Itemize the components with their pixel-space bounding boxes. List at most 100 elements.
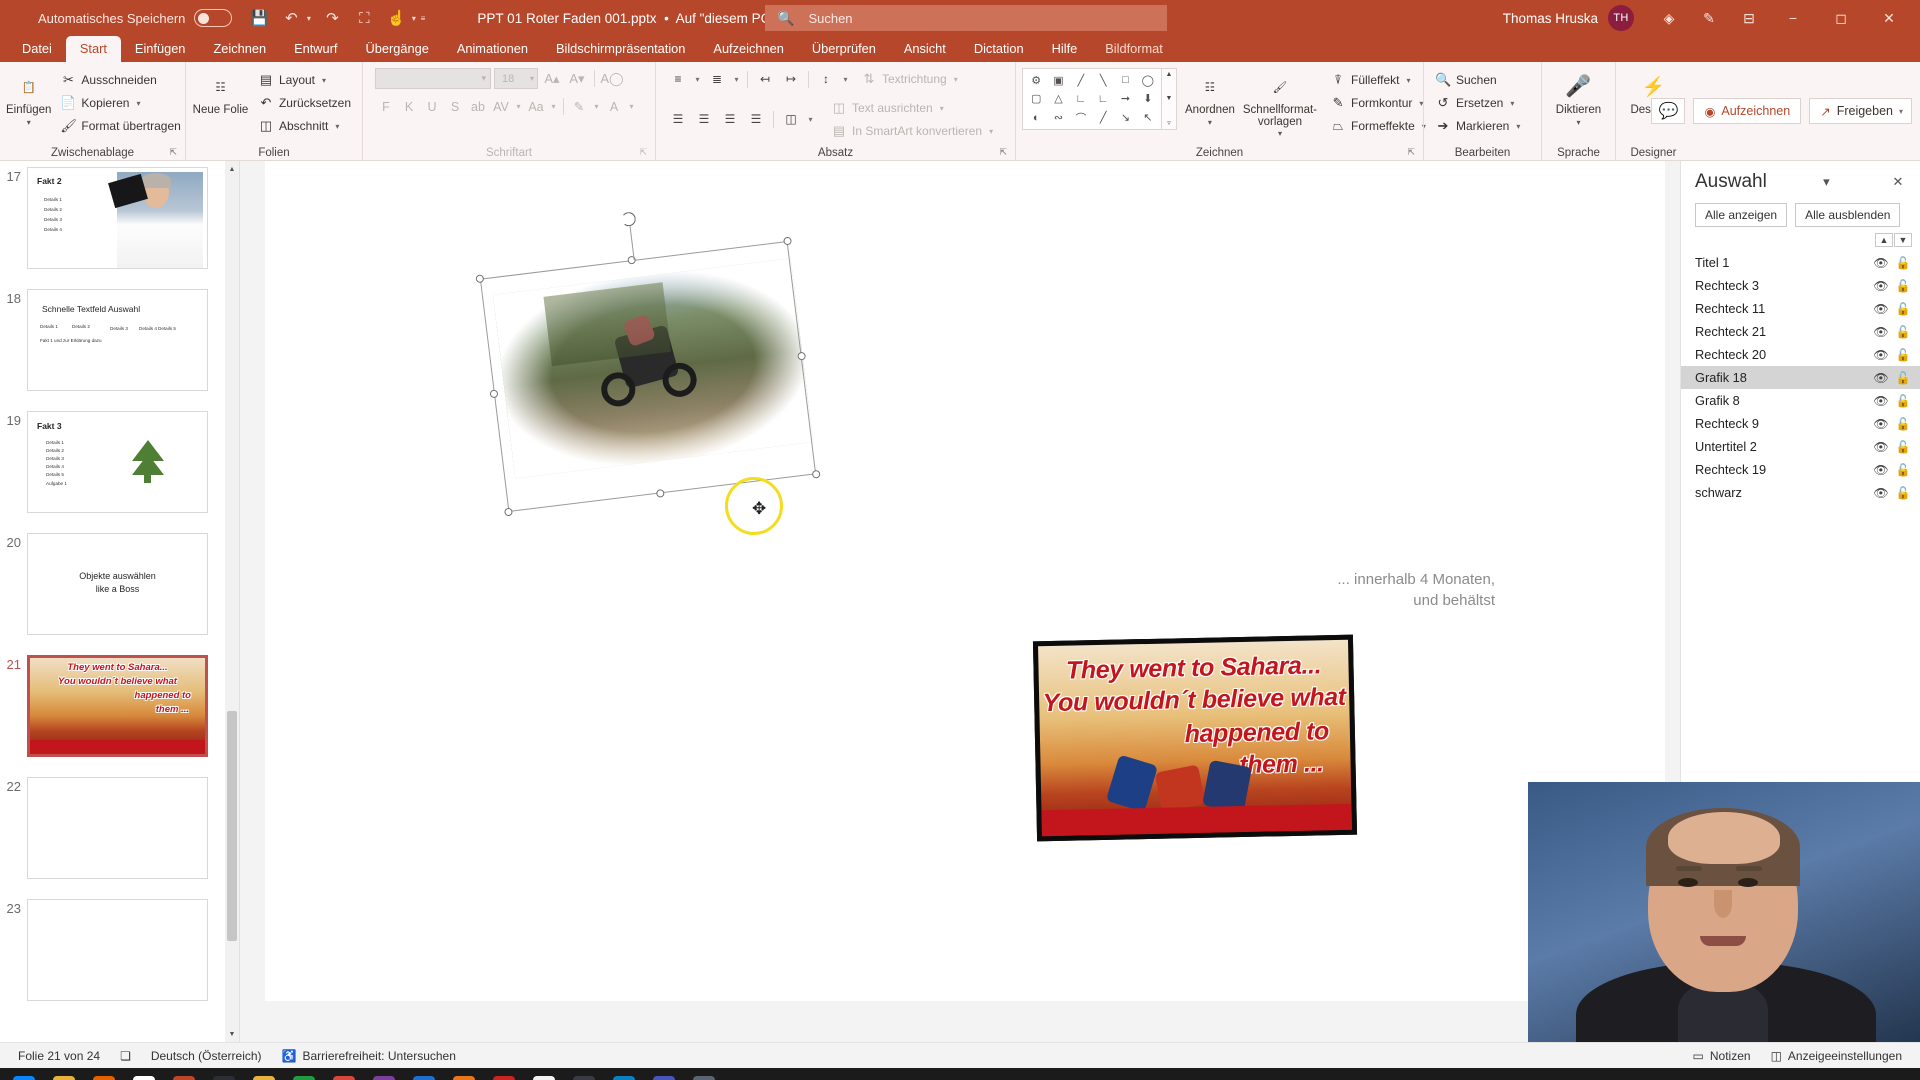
align-center-icon[interactable]: ☰	[692, 109, 716, 130]
shapes-gallery[interactable]: ⚙ ▣ ╱ ╲ □ ◯ ▢ △ ∟ ∟ ➞ ⬇ ◐ ∾ ⌒ ╱ ↘ ↖	[1022, 68, 1162, 130]
bold-button[interactable]: F	[375, 96, 397, 117]
thumbnail-slide-20[interactable]: Objekte auswählen like a Boss	[27, 533, 208, 635]
firefox-icon[interactable]: ◉	[84, 1068, 124, 1080]
line-spacing-icon[interactable]: ↕	[814, 69, 838, 90]
visibility-eye-icon[interactable]: 👁	[1870, 440, 1892, 454]
increase-indent-icon[interactable]: ↦	[779, 69, 803, 90]
subtitle-textbox[interactable]: ... innerhalb 4 Monaten, und behältst	[1265, 569, 1495, 611]
shape-rectangle-icon[interactable]: □	[1114, 71, 1136, 90]
spellcheck-icon[interactable]: ❏	[110, 1049, 141, 1063]
align-left-icon[interactable]: ☰	[666, 109, 690, 130]
tab-animationen[interactable]: Animationen	[443, 36, 542, 62]
move-down-icon[interactable]: ▼	[1894, 233, 1912, 247]
show-all-button[interactable]: Alle anzeigen	[1695, 203, 1788, 227]
find-button[interactable]: 🔍 Suchen	[1430, 69, 1525, 91]
sync-icon[interactable]: ↻	[684, 1068, 724, 1080]
increase-font-size-icon[interactable]: A▴	[541, 68, 563, 89]
quick-access-more-icon[interactable]: ≡	[416, 14, 429, 23]
selection-item-grafik-18[interactable]: Grafik 18 👁 🔓	[1681, 366, 1920, 389]
slide-thumbnail-pane[interactable]: 17 Fakt 2 Details 1 Details 2 Details 3 …	[0, 161, 240, 1042]
shape-outline-button[interactable]: ✎ Formkontur ▾	[1325, 92, 1431, 114]
reset-button[interactable]: ↶ Zurücksetzen	[253, 92, 356, 114]
selection-item-rechteck-21[interactable]: Rechteck 21 👁 🔓	[1681, 320, 1920, 343]
text-shadow-button[interactable]: S	[444, 96, 466, 117]
gallery-expand-icon[interactable]: ▿	[1167, 119, 1171, 127]
image-selection-frame[interactable]	[475, 211, 821, 517]
powerpoint-icon[interactable]: P	[164, 1068, 204, 1080]
user-name[interactable]: Thomas Hruska	[1503, 11, 1598, 26]
language-indicator[interactable]: Deutsch (Österreich)	[141, 1049, 272, 1063]
columns-dropdown-icon[interactable]: ▾	[805, 115, 816, 124]
unlock-icon[interactable]: 🔓	[1892, 417, 1914, 431]
thumbnail-slide-17[interactable]: Fakt 2 Details 1 Details 2 Details 3 Det…	[27, 167, 208, 269]
numbering-icon[interactable]: ≣	[705, 69, 729, 90]
tab-ueberpruefen[interactable]: Überprüfen	[798, 36, 890, 62]
copy-button[interactable]: 📄 Kopieren ▾	[55, 92, 185, 114]
tab-hilfe[interactable]: Hilfe	[1038, 36, 1092, 62]
teams-icon[interactable]: T	[644, 1068, 684, 1080]
align-right-icon[interactable]: ☰	[718, 109, 742, 130]
unlock-icon[interactable]: 🔓	[1892, 325, 1914, 339]
file-explorer-icon[interactable]: 📁	[44, 1068, 84, 1080]
shape-arrow-connector-icon[interactable]: ↘	[1114, 108, 1136, 127]
edge-icon[interactable]: ◑	[604, 1068, 644, 1080]
record-button[interactable]: ◉ Aufzeichnen	[1693, 98, 1802, 124]
thumbnail-scrollbar[interactable]: ▲ ▼	[225, 161, 239, 1042]
shape-rounded-rect-icon[interactable]: ▢	[1025, 90, 1047, 109]
onenote-icon[interactable]: N	[364, 1068, 404, 1080]
diamond-icon[interactable]: ◈	[1650, 3, 1688, 33]
selection-item-rechteck-20[interactable]: Rechteck 20 👁 🔓	[1681, 343, 1920, 366]
tab-dictation[interactable]: Dictation	[960, 36, 1038, 62]
selection-item-untertitel-2[interactable]: Untertitel 2 👁 🔓	[1681, 435, 1920, 458]
shape-arrow-down-icon[interactable]: ⬇	[1137, 90, 1159, 109]
display-settings-button[interactable]: ◫ Anzeigeeinstellungen	[1761, 1049, 1912, 1063]
thumbnail-slide-22[interactable]	[27, 777, 208, 879]
selection-item-schwarz[interactable]: schwarz 👁 🔓	[1681, 481, 1920, 504]
change-case-dropdown-icon[interactable]: ▾	[548, 102, 559, 111]
thumbnail-slide-19[interactable]: Fakt 3 Details 1 Details 2 Details 3 Det…	[27, 411, 208, 513]
minimize-button[interactable]: −	[1770, 3, 1816, 33]
unlock-icon[interactable]: 🔓	[1892, 302, 1914, 316]
bullets-dropdown-icon[interactable]: ▾	[692, 75, 703, 84]
search-input[interactable]: Suchen	[808, 11, 852, 26]
notes-button[interactable]: ▭ Notizen	[1683, 1049, 1761, 1063]
pane-close-icon[interactable]: ✕	[1886, 174, 1910, 190]
character-spacing-button[interactable]: AV	[490, 96, 512, 117]
change-case-button[interactable]: Aa	[525, 96, 547, 117]
pane-options-chevron-icon[interactable]: ▾	[1814, 174, 1838, 190]
sahara-image[interactable]: They went to Sahara... You wouldn´t beli…	[1032, 634, 1358, 842]
unlock-icon[interactable]: 🔓	[1892, 348, 1914, 362]
paste-button[interactable]: 📋 Einfügen ▾	[6, 68, 51, 127]
gallery-scroll-down-icon[interactable]: ▼	[1166, 95, 1173, 102]
numbering-dropdown-icon[interactable]: ▾	[731, 75, 742, 84]
shape-textbox-icon[interactable]: ▣	[1047, 71, 1069, 90]
search-box[interactable]: 🔍 Suchen	[765, 5, 1167, 31]
resize-handle-ne[interactable]	[783, 236, 792, 246]
ribbon-display-options-icon[interactable]: ⊟	[1730, 3, 1768, 33]
thumbnail-row[interactable]: 21 They went to Sahara... You wouldn´t b…	[0, 655, 239, 777]
camtasia-icon[interactable]: ▶	[284, 1068, 324, 1080]
convert-smartart-button[interactable]: ▤ In SmartArt konvertieren ▾	[826, 120, 998, 142]
tab-zeichnen[interactable]: Zeichnen	[199, 36, 280, 62]
save-icon[interactable]: 💾	[244, 5, 274, 31]
selection-item-titel-1[interactable]: Titel 1 👁 🔓	[1681, 251, 1920, 274]
tab-datei[interactable]: Datei	[8, 36, 66, 62]
shape-line-icon[interactable]: ╱	[1070, 71, 1092, 90]
thumbnail-row[interactable]: 19 Fakt 3 Details 1 Details 2 Details 3 …	[0, 411, 239, 533]
audio-device-icon[interactable]: ●	[564, 1068, 604, 1080]
tab-start[interactable]: Start	[65, 36, 121, 62]
unlock-icon[interactable]: 🔓	[1892, 394, 1914, 408]
redo-icon[interactable]: ↷	[317, 5, 347, 31]
shape-fill-dropdown-icon[interactable]: ▾	[1406, 76, 1410, 85]
selection-item-rechteck-3[interactable]: Rechteck 3 👁 🔓	[1681, 274, 1920, 297]
vegas-icon[interactable]: V	[404, 1068, 444, 1080]
shape-line2-icon[interactable]: ╲	[1092, 71, 1114, 90]
format-painter-button[interactable]: 🖌 Format übertragen	[55, 115, 185, 137]
slide-canvas[interactable]: ✥ ... innerhalb 4 Monaten, und behältst …	[265, 161, 1665, 1001]
copy-dropdown-icon[interactable]: ▾	[136, 99, 140, 108]
shape-fill-button[interactable]: ⍒ Fülleffekt ▾	[1325, 69, 1431, 91]
decrease-indent-icon[interactable]: ↤	[753, 69, 777, 90]
visibility-eye-icon[interactable]: 👁	[1870, 256, 1892, 270]
replace-button[interactable]: ↺ Ersetzen ▾	[1430, 92, 1525, 114]
section-button[interactable]: ◫ Abschnitt ▾	[253, 115, 356, 137]
